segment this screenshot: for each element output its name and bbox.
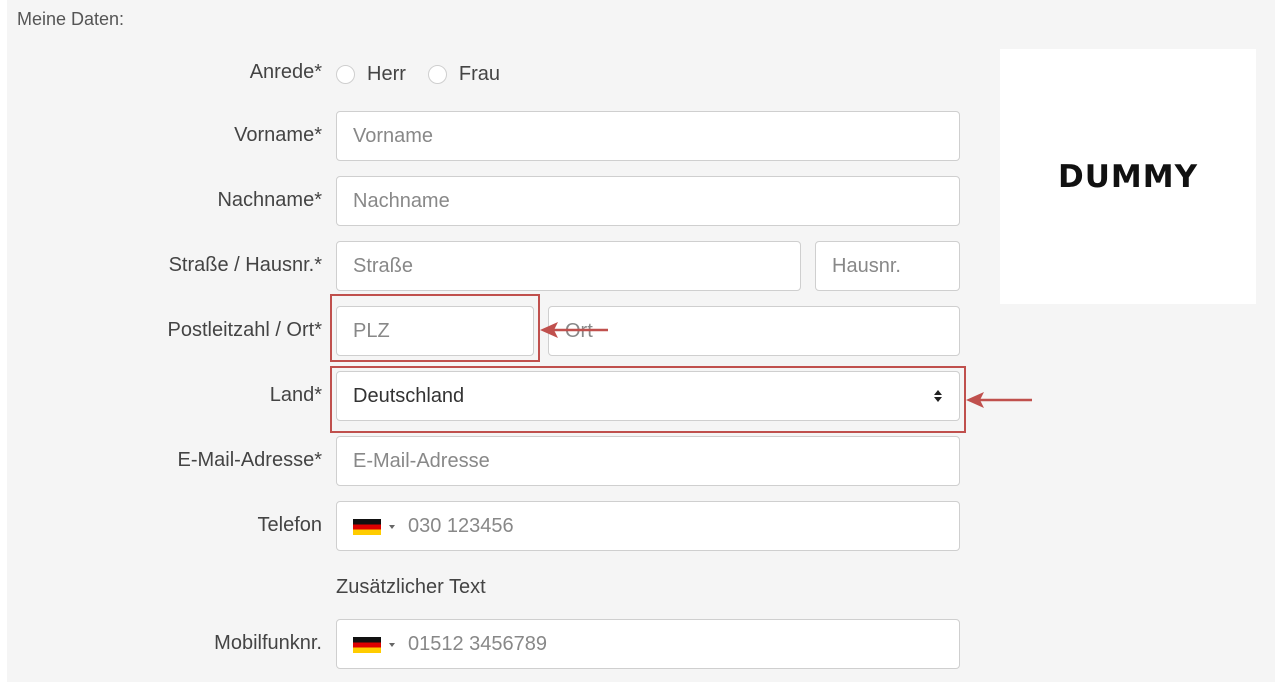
zip-city-label: Postleitzahl / Ort*: [167, 319, 322, 341]
highlight-box-country: [330, 366, 966, 433]
caret-down-icon[interactable]: [389, 525, 395, 529]
mobile-placeholder: 01512 3456789: [408, 633, 548, 655]
arrow-left-icon: [540, 322, 608, 338]
first-name-input[interactable]: Vorname: [336, 111, 960, 161]
street-input[interactable]: Straße: [336, 241, 801, 291]
last-name-label: Nachname*: [217, 189, 322, 211]
country-label: Land*: [269, 384, 322, 406]
email-input[interactable]: E-Mail-Adresse: [336, 436, 960, 486]
radio-frau[interactable]: [427, 64, 447, 84]
house-number-input[interactable]: Hausnr.: [815, 241, 960, 291]
radio-herr[interactable]: [336, 64, 355, 84]
mobile-input[interactable]: 01512 3456789: [336, 619, 960, 669]
phone-label: Telefon: [257, 514, 323, 536]
caret-down-icon[interactable]: [389, 643, 395, 647]
arrow-left-icon: [966, 392, 1032, 408]
phone-placeholder: 030 123456: [408, 515, 514, 537]
logo-text: DUMMY: [1057, 158, 1199, 195]
email-label: E-Mail-Adresse*: [177, 449, 322, 471]
phone-input[interactable]: 030 123456: [336, 501, 960, 551]
logo-box: DUMMY: [1000, 49, 1256, 304]
first-name-label: Vorname*: [234, 124, 322, 146]
germany-flag-icon[interactable]: [353, 519, 381, 535]
radio-frau-label[interactable]: Frau: [459, 63, 500, 86]
salutation-label: Anrede*: [249, 61, 322, 83]
additional-text: Zusätzlicher Text: [336, 576, 486, 598]
germany-flag-icon[interactable]: [353, 637, 381, 653]
section-title: Meine Daten:: [17, 9, 125, 29]
highlight-box-zip: [330, 294, 540, 362]
last-name-input[interactable]: Nachname: [336, 176, 960, 226]
mobile-label: Mobilfunknr.: [214, 632, 322, 654]
radio-herr-label[interactable]: Herr: [367, 63, 406, 86]
street-label: Straße / Hausnr.*: [168, 254, 322, 276]
salutation-radio-group: Herr Frau: [336, 60, 522, 88]
